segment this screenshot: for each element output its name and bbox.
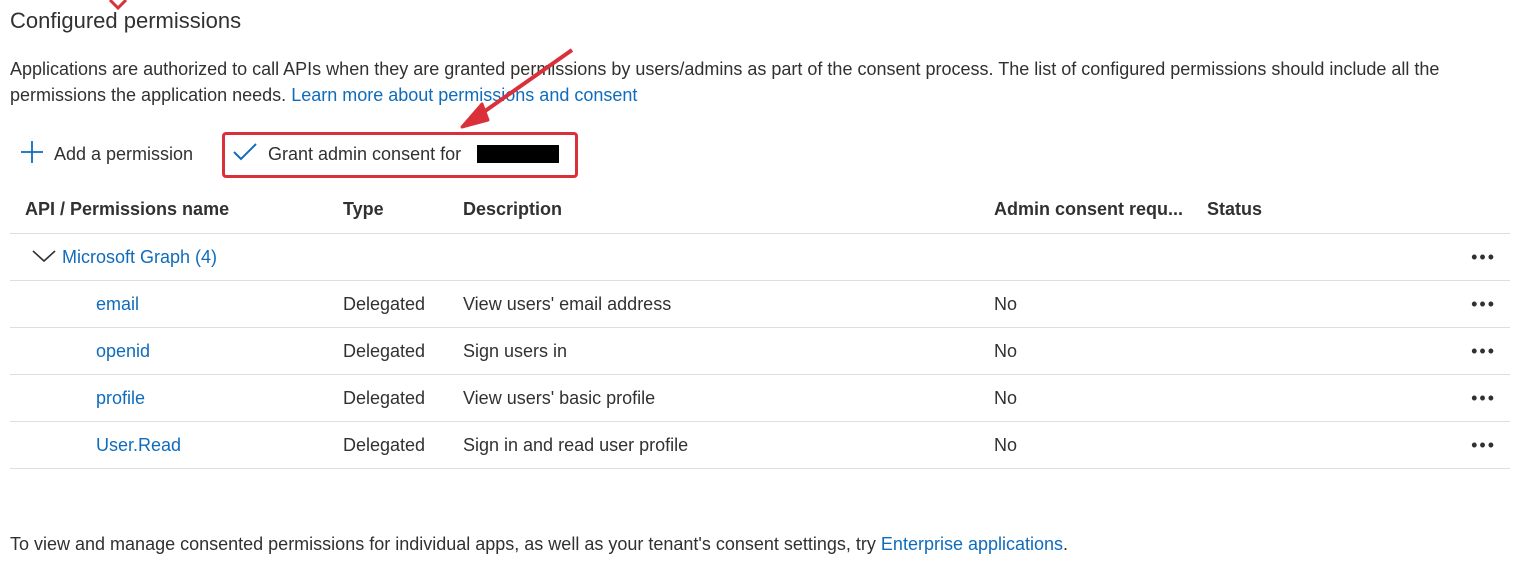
- annotation-highlight-box: [222, 132, 578, 178]
- add-permission-button[interactable]: Add a permission: [20, 136, 193, 172]
- admin-consent-value: No: [994, 293, 1018, 314]
- section-description: Applications are authorized to call APIs…: [10, 56, 1510, 108]
- permission-type: Delegated: [343, 293, 426, 314]
- permission-description: Sign users in: [463, 340, 568, 361]
- header-status[interactable]: Status: [1207, 199, 1262, 220]
- permission-type: Delegated: [343, 434, 426, 455]
- permission-type: Delegated: [343, 387, 426, 408]
- permission-description: View users' email address: [463, 293, 672, 314]
- chevron-down-icon: [32, 247, 56, 268]
- permissions-table: API / Permissions name Type Description …: [10, 186, 1510, 469]
- description-text: Applications are authorized to call APIs…: [10, 59, 1440, 105]
- permission-link[interactable]: profile: [96, 388, 145, 409]
- more-icon[interactable]: •••: [1471, 389, 1496, 407]
- footer-suffix: .: [1063, 534, 1069, 554]
- table-row: email Delegated View users' email addres…: [10, 281, 1510, 328]
- footer-text: To view and manage consented permissions…: [10, 534, 876, 554]
- permission-description: View users' basic profile: [463, 387, 656, 408]
- permission-description: Sign in and read user profile: [463, 434, 689, 455]
- table-row: profile Delegated View users' basic prof…: [10, 375, 1510, 422]
- permission-link[interactable]: email: [96, 294, 139, 315]
- group-name-microsoft-graph[interactable]: Microsoft Graph (4): [62, 247, 217, 268]
- add-permission-label: Add a permission: [54, 143, 194, 164]
- admin-consent-value: No: [994, 434, 1018, 455]
- permission-link[interactable]: openid: [96, 341, 150, 362]
- page: Configured permissions Applications are …: [0, 0, 1524, 568]
- permission-type: Delegated: [343, 340, 426, 361]
- more-icon[interactable]: •••: [1471, 436, 1496, 454]
- group-toggle[interactable]: Microsoft Graph (4): [32, 247, 217, 268]
- admin-consent-value: No: [994, 340, 1018, 361]
- permission-link[interactable]: User.Read: [96, 435, 181, 456]
- more-icon[interactable]: •••: [1471, 295, 1496, 313]
- table-row: User.Read Delegated Sign in and read use…: [10, 422, 1510, 469]
- plus-icon: [20, 140, 44, 169]
- toolbar: Add a permission Grant admin consent for: [10, 128, 590, 180]
- header-description[interactable]: Description: [463, 199, 562, 220]
- table-header: API / Permissions name Type Description …: [10, 186, 1510, 234]
- admin-consent-value: No: [994, 387, 1018, 408]
- enterprise-applications-link[interactable]: Enterprise applications: [881, 534, 1063, 554]
- header-api-name[interactable]: API / Permissions name: [25, 199, 229, 220]
- header-type[interactable]: Type: [343, 199, 384, 220]
- learn-more-link[interactable]: Learn more about permissions and consent: [291, 85, 637, 105]
- group-row[interactable]: Microsoft Graph (4) •••: [10, 234, 1510, 281]
- more-icon[interactable]: •••: [1471, 342, 1496, 360]
- footer-note: To view and manage consented permissions…: [10, 534, 1068, 555]
- page-title: Configured permissions: [10, 8, 242, 33]
- more-icon[interactable]: •••: [1471, 248, 1496, 266]
- header-admin-consent[interactable]: Admin consent requ...: [994, 199, 1194, 220]
- table-row: openid Delegated Sign users in No •••: [10, 328, 1510, 375]
